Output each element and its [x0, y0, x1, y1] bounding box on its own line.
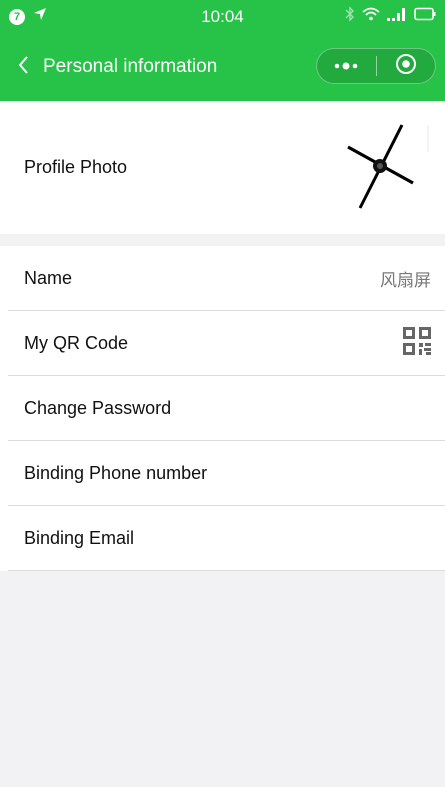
wifi-icon — [362, 7, 380, 26]
battery-icon — [414, 7, 436, 26]
status-right — [345, 6, 436, 27]
close-button[interactable] — [377, 49, 436, 83]
qr-code-row[interactable]: My QR Code — [0, 311, 445, 376]
more-dots-icon — [333, 57, 359, 75]
mini-program-capsule — [316, 48, 436, 84]
binding-phone-row[interactable]: Binding Phone number — [0, 441, 445, 506]
chevron-left-icon — [18, 55, 29, 80]
name-row[interactable]: Name 风扇屏 — [0, 246, 445, 311]
page-title: Personal information — [43, 56, 218, 77]
signal-icon — [387, 7, 407, 26]
change-password-row[interactable]: Change Password — [0, 376, 445, 441]
avatar — [332, 116, 430, 219]
target-close-icon — [395, 53, 417, 80]
info-list: Name 风扇屏 My QR Code Change Password Bind… — [0, 246, 445, 571]
binding-email-row[interactable]: Binding Email — [0, 506, 445, 571]
profile-photo-row[interactable]: Profile Photo — [0, 101, 445, 234]
name-label: Name — [24, 268, 73, 288]
profile-photo-label: Profile Photo — [24, 157, 128, 177]
more-button[interactable] — [317, 49, 376, 83]
binding-phone-label: Binding Phone number — [24, 463, 208, 483]
status-left: 7 — [9, 7, 47, 26]
location-icon — [33, 7, 47, 26]
binding-email-label: Binding Email — [24, 528, 135, 548]
name-value: 风扇屏 — [380, 271, 431, 290]
back-button[interactable] — [18, 33, 43, 101]
nav-bar: Personal information — [0, 33, 445, 101]
bluetooth-icon — [345, 6, 355, 27]
change-password-label: Change Password — [24, 398, 172, 418]
qr-code-label: My QR Code — [24, 333, 129, 353]
qr-code-icon — [403, 327, 431, 360]
notification-badge: 7 — [9, 8, 25, 25]
status-bar: 7 10:04 — [0, 0, 445, 33]
